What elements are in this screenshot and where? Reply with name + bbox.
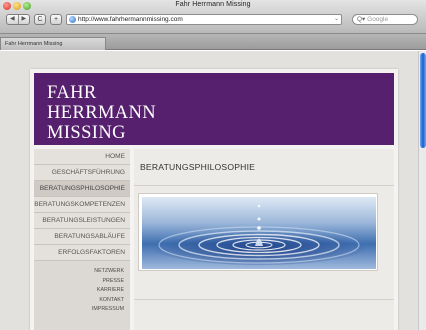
sidebar-nav: HOME GESCHÄFTSFÜHRUNG BERATUNGSPHILOSOPH… (34, 149, 130, 330)
add-bookmark-button[interactable]: + (50, 14, 62, 25)
logo-line-1: FAHR (47, 83, 97, 103)
browser-window: Fahr Herrmann Missing ◀ ▶ C + http://www… (0, 0, 426, 330)
hero-image (138, 193, 378, 271)
site-container: FAHR HERRMANN MISSING HOME GESCHÄFTSFÜHR… (30, 69, 398, 330)
nav-item-beratungskompetenzen[interactable]: BERATUNGSKOMPETENZEN (34, 197, 130, 213)
forward-button[interactable]: ▶ (17, 15, 30, 24)
secondary-nav: NETZWERK PRESSE KARRIERE KONTAKT IMPRESS… (34, 261, 130, 315)
water-droplet-image (142, 197, 376, 269)
search-field[interactable]: Q▾ Google (352, 14, 418, 25)
vertical-scrollbar[interactable] (418, 51, 426, 330)
reload-button[interactable]: C (34, 14, 46, 25)
title-bar: Fahr Herrmann Missing ◀ ▶ C + http://www… (0, 0, 426, 34)
address-bar[interactable]: http://www.fahrhermannmissing.com ⌄ (66, 14, 342, 25)
globe-icon (69, 16, 76, 23)
site-logo[interactable]: FAHR HERRMANN MISSING (47, 83, 156, 143)
nav-item-beratungsphilosophie[interactable]: BERATUNGSPHILOSOPHIE (34, 181, 130, 197)
nav-item-erfolgsfaktoren[interactable]: ERFOLGSFAKTOREN (34, 245, 130, 261)
nav-item-presse[interactable]: PRESSE (34, 277, 130, 287)
url-text: http://www.fahrhermannmissing.com (78, 16, 183, 23)
nav-item-home[interactable]: HOME (34, 149, 130, 165)
nav-item-netzwerk[interactable]: NETZWERK (34, 267, 130, 277)
logo-line-2: HERRMANN (47, 103, 157, 123)
main-content: BERATUNGSPHILOSOPHIE (134, 149, 394, 330)
nav-item-impressum[interactable]: IMPRESSUM (34, 305, 130, 315)
back-button[interactable]: ◀ (7, 15, 18, 24)
nav-item-karriere[interactable]: KARRIERE (34, 286, 130, 296)
tab-bar: Fahr Herrmann Missing (0, 34, 426, 50)
nav-item-beratungsleistungen[interactable]: BERATUNGSLEISTUNGEN (34, 213, 130, 229)
logo-line-3: MISSING (47, 123, 126, 143)
page-viewport: FAHR HERRMANN MISSING HOME GESCHÄFTSFÜHR… (0, 51, 426, 330)
nav-item-kontakt[interactable]: KONTAKT (34, 296, 130, 306)
window-title: Fahr Herrmann Missing (175, 1, 251, 8)
search-icon: Q▾ (357, 16, 366, 23)
tab-fahr-herrmann-missing[interactable]: Fahr Herrmann Missing (0, 37, 106, 50)
nav-item-geschaeftsfuehrung[interactable]: GESCHÄFTSFÜHRUNG (34, 165, 130, 181)
nav-buttons: ◀ ▶ (6, 14, 30, 25)
scrollbar-thumb[interactable] (420, 53, 426, 148)
address-dropdown-icon[interactable]: ⌄ (334, 15, 339, 24)
divider (134, 299, 394, 300)
divider (134, 185, 394, 186)
search-placeholder: Google (367, 16, 389, 23)
nav-item-beratungsablaeufe[interactable]: BERATUNGSABLÄUFE (34, 229, 130, 245)
page-heading: BERATUNGSPHILOSOPHIE (140, 162, 256, 172)
site-header: FAHR HERRMANN MISSING (34, 73, 394, 145)
